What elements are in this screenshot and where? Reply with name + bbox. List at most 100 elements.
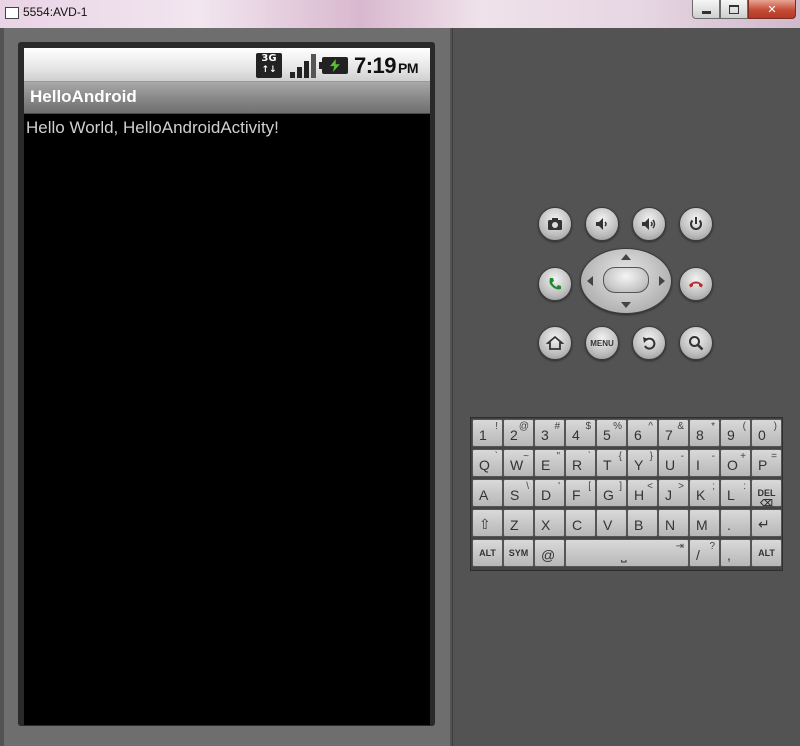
key-y[interactable]: Y} xyxy=(627,449,658,477)
key-9[interactable]: 9( xyxy=(720,419,751,447)
key-sublabel: + xyxy=(740,451,746,462)
maximize-icon xyxy=(729,4,739,14)
volume-down-icon xyxy=(596,218,607,230)
key-delete[interactable]: DEL ⌫ xyxy=(751,479,782,508)
dpad-center-button[interactable] xyxy=(603,267,649,293)
key-6[interactable]: 6 ^ xyxy=(627,419,658,447)
key-t[interactable]: T{ xyxy=(596,449,627,477)
search-button[interactable] xyxy=(679,326,713,360)
back-button[interactable] xyxy=(632,326,666,360)
call-button[interactable] xyxy=(538,267,572,301)
key-f[interactable]: F[ xyxy=(565,479,596,507)
close-button[interactable]: ✕ xyxy=(748,0,796,19)
key-p[interactable]: P = xyxy=(751,449,782,477)
battery-charging-icon xyxy=(319,57,348,74)
key-h[interactable]: H < xyxy=(627,479,658,507)
phone-screen[interactable]: 3G ↑↓ 7:19 PM HelloAndroid Hello World, H… xyxy=(24,48,430,725)
key-space[interactable]: ⎵ ⇥ xyxy=(565,539,689,567)
key-d[interactable]: D ' xyxy=(534,479,565,507)
key-5[interactable]: 5% xyxy=(596,419,627,447)
key-sublabel: % xyxy=(613,421,622,432)
key-i[interactable]: I- xyxy=(689,449,720,477)
home-button[interactable] xyxy=(538,326,572,360)
key-label: B xyxy=(634,517,644,533)
dpad[interactable] xyxy=(580,248,672,314)
control-panel xyxy=(452,28,800,746)
key-8[interactable]: 8 * xyxy=(689,419,720,447)
key-j[interactable]: J > xyxy=(658,479,689,507)
key-2[interactable]: 2 @ xyxy=(503,419,534,447)
key-4[interactable]: 4 $ xyxy=(565,419,596,447)
search-icon xyxy=(689,336,704,351)
key-label: W xyxy=(510,457,524,473)
key-label: V xyxy=(603,517,613,533)
key-sublabel: # xyxy=(554,421,560,432)
dpad-left-icon[interactable] xyxy=(587,276,593,286)
key-enter[interactable]: ↵ xyxy=(751,509,782,537)
key-sublabel: ` xyxy=(587,451,591,462)
key-z[interactable]: Z xyxy=(503,509,534,537)
key-b[interactable]: B xyxy=(627,509,658,537)
key-alt-left[interactable]: ALT xyxy=(472,539,503,567)
menu-button[interactable]: MENU xyxy=(585,326,619,360)
key-.[interactable]: . xyxy=(720,509,751,537)
key-label: E xyxy=(541,457,551,473)
key-a[interactable]: A xyxy=(472,479,503,507)
key-label: ALT xyxy=(479,548,496,558)
key-sym[interactable]: SYM xyxy=(503,539,534,567)
key-label: M xyxy=(696,517,708,533)
window-title: 5554:AVD-1 xyxy=(23,5,88,19)
dpad-up-icon[interactable] xyxy=(621,254,631,260)
key-slash[interactable]: /? xyxy=(689,539,720,567)
dpad-down-icon[interactable] xyxy=(621,302,631,308)
key-n[interactable]: N xyxy=(658,509,689,537)
key-label: 2 xyxy=(510,427,518,443)
key-sublabel: - xyxy=(711,451,715,462)
volume-up-button[interactable] xyxy=(632,207,666,241)
key-k[interactable]: K; xyxy=(689,479,720,507)
key-g[interactable]: G] xyxy=(596,479,627,507)
key-m[interactable]: M xyxy=(689,509,720,537)
dpad-right-icon[interactable] xyxy=(659,276,665,286)
volume-down-button[interactable] xyxy=(585,207,619,241)
key-r[interactable]: R ` xyxy=(565,449,596,477)
key-sublabel: < xyxy=(647,481,653,492)
end-call-button[interactable] xyxy=(679,267,713,301)
key-q[interactable]: Q ` xyxy=(472,449,503,477)
key-shift[interactable]: ⇧ xyxy=(472,509,503,537)
key-1[interactable]: 1! xyxy=(472,419,503,447)
key-label: C xyxy=(572,517,583,533)
key-label: 4 xyxy=(572,427,580,443)
key-label: 9 xyxy=(727,427,735,443)
minimize-button[interactable] xyxy=(692,0,720,19)
key-sublabel: & xyxy=(677,421,684,432)
key-l[interactable]: L: xyxy=(720,479,751,507)
key-at[interactable]: @ xyxy=(534,539,565,567)
key-sublabel: > xyxy=(678,481,684,492)
camera-button[interactable] xyxy=(538,207,572,241)
key-o[interactable]: O + xyxy=(720,449,751,477)
key-w[interactable]: W ~ xyxy=(503,449,534,477)
key-label: 5 xyxy=(603,427,611,443)
key-7[interactable]: 7 & xyxy=(658,419,689,447)
key-label: R xyxy=(572,457,583,473)
power-button[interactable] xyxy=(679,207,713,241)
key-sublabel: { xyxy=(618,451,622,462)
key-e[interactable]: E " xyxy=(534,449,565,477)
network-label: 3G xyxy=(261,53,277,64)
key-3[interactable]: 3 # xyxy=(534,419,565,447)
key-0[interactable]: 0) xyxy=(751,419,782,447)
key-v[interactable]: V xyxy=(596,509,627,537)
key-comma[interactable]: , xyxy=(720,539,751,567)
key-s[interactable]: S \ xyxy=(503,479,534,507)
key-label: / xyxy=(696,547,700,563)
maximize-button[interactable] xyxy=(720,0,748,19)
window-titlebar: 5554:AVD-1 ✕ xyxy=(0,0,800,28)
key-c[interactable]: C xyxy=(565,509,596,537)
status-bar: 3G ↑↓ 7:19 PM xyxy=(24,48,430,82)
hardware-keyboard: 1! 2 @3 #4 $5% 6 ^ 7 & 8 * 9(0) Q ` W ~ E " R ` T{Y} U - I - O + P =… xyxy=(470,417,783,571)
key-alt-right[interactable]: ALT xyxy=(751,539,782,567)
key-label: X xyxy=(541,517,551,533)
key-u[interactable]: U- xyxy=(658,449,689,477)
key-x[interactable]: X xyxy=(534,509,565,537)
